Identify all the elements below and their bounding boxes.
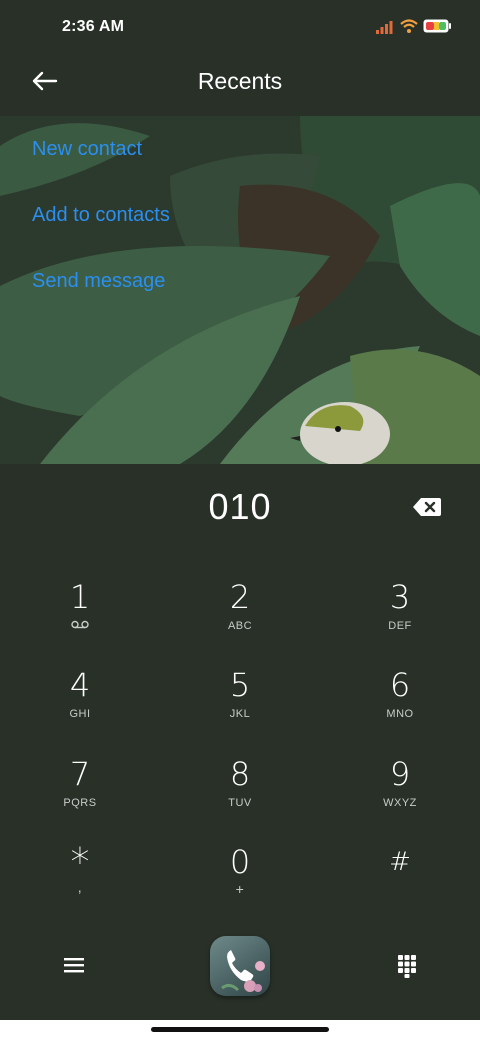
key-9[interactable]: 9 WXYZ [340, 757, 460, 837]
key-6[interactable]: 6 MNO [340, 668, 460, 748]
menu-icon[interactable] [62, 955, 86, 975]
key-letters: DEF [388, 620, 412, 632]
home-indicator[interactable] [151, 1027, 329, 1032]
status-bar: 2:36 AM [0, 0, 480, 56]
key-digit: 9 [389, 755, 411, 793]
key-1[interactable]: 1 [20, 580, 140, 660]
key-star[interactable]: * , [20, 840, 140, 925]
call-button[interactable] [210, 936, 270, 996]
key-7[interactable]: 7 PQRS [20, 757, 140, 837]
key-letters: TUV [228, 797, 252, 809]
wallpaper-area: New contact Add to contacts Send message [0, 116, 480, 464]
signal-icon [376, 21, 393, 34]
key-8[interactable]: 8 TUV [180, 757, 300, 837]
key-digit: # [389, 847, 411, 877]
key-0[interactable]: 0 + [180, 845, 300, 925]
voicemail-icon [71, 620, 89, 629]
key-digit: 5 [229, 666, 251, 704]
page-title: Recents [197, 68, 283, 94]
wifi-icon [400, 19, 418, 33]
key-digit: * [70, 840, 90, 884]
key-letters: ABC [227, 620, 253, 632]
key-5[interactable]: 5 JKL [180, 668, 300, 748]
status-time: 2:36 AM [62, 18, 125, 35]
key-digit: 1 [69, 578, 91, 616]
key-digit: 8 [229, 755, 251, 793]
key-digit: 3 [389, 578, 411, 616]
key-digit: 4 [69, 666, 91, 704]
key-letters: GHI [69, 708, 91, 720]
key-4[interactable]: 4 GHI [20, 668, 140, 748]
dialed-number: 010 [208, 486, 272, 527]
new-contact-option[interactable]: New contact [32, 138, 142, 161]
key-letters: PQRS [63, 797, 97, 809]
key-letters: + [235, 881, 245, 897]
app-bar: Recents [0, 56, 480, 116]
key-letters: JKL [229, 708, 251, 720]
send-message-option[interactable]: Send message [32, 270, 165, 293]
dialpad-icon[interactable] [397, 954, 417, 978]
battery-icon [423, 19, 451, 33]
key-digit: 7 [69, 755, 91, 793]
key-3[interactable]: 3 DEF [340, 580, 460, 660]
key-letters: , [77, 879, 83, 895]
key-hash[interactable]: # [340, 845, 460, 925]
phone-icon [221, 950, 265, 992]
dialer-screen: 2:36 AM Recents New contact Add to conta… [0, 0, 480, 1020]
key-digit: 0 [229, 843, 251, 881]
key-letters: WXYZ [383, 797, 417, 809]
key-2[interactable]: 2 ABC [180, 580, 300, 660]
key-digit: 2 [229, 578, 251, 616]
add-to-contacts-option[interactable]: Add to contacts [32, 204, 170, 227]
key-digit: 6 [389, 666, 411, 704]
backspace-icon[interactable] [412, 496, 442, 518]
key-letters: MNO [386, 708, 414, 720]
